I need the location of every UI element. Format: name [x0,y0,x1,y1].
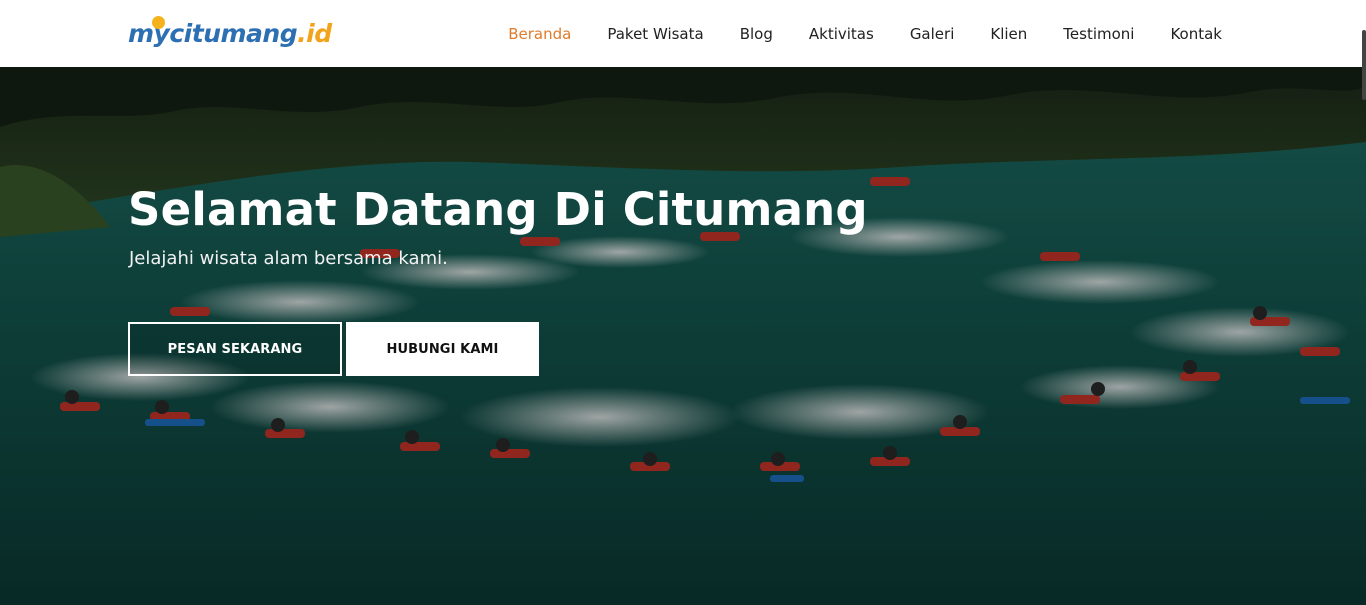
site-logo[interactable]: mycitumang.id [128,13,332,53]
contact-us-button[interactable]: HUBUNGI KAMI [346,322,539,376]
page-scrollbar[interactable] [1362,30,1366,100]
navbar: mycitumang.id Beranda Paket Wisata Blog … [0,0,1366,67]
nav-item-galeri[interactable]: Galeri [910,25,955,43]
nav-item-blog[interactable]: Blog [740,25,773,43]
main-navigation: Beranda Paket Wisata Blog Aktivitas Gale… [508,0,1222,67]
logo-suffix: .id [297,18,332,48]
nav-item-klien[interactable]: Klien [990,25,1027,43]
book-now-button[interactable]: PESAN SEKARANG [128,322,342,376]
nav-item-beranda[interactable]: Beranda [508,25,571,43]
nav-item-testimoni[interactable]: Testimoni [1063,25,1134,43]
nav-item-aktivitas[interactable]: Aktivitas [809,25,874,43]
hero-title: Selamat Datang Di Citumang [128,183,868,236]
sun-logo-icon [152,16,165,29]
logo-main: citumang [169,18,298,48]
hero-section: Selamat Datang Di Citumang Jelajahi wisa… [0,67,1366,605]
nav-item-paket-wisata[interactable]: Paket Wisata [607,25,703,43]
nav-item-kontak[interactable]: Kontak [1170,25,1222,43]
hero-subtitle: Jelajahi wisata alam bersama kami. [129,248,448,269]
